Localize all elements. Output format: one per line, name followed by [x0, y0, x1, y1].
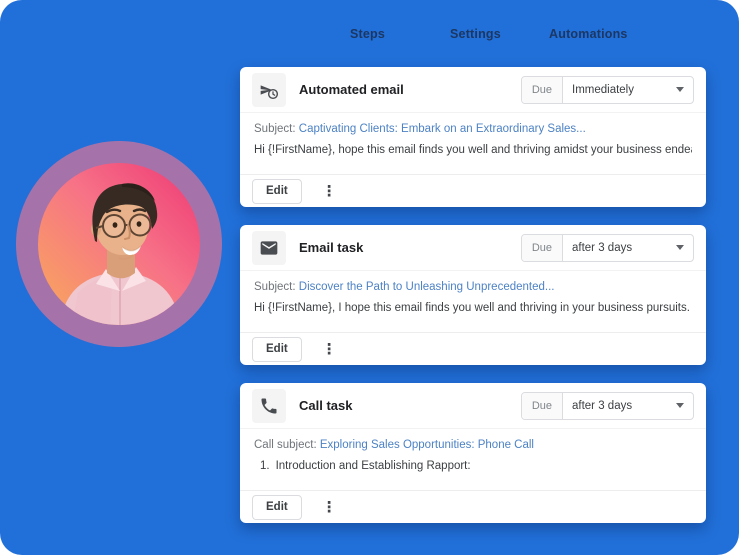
card-header: Email task Due after 3 days: [240, 225, 706, 271]
schedule-send-icon: [259, 80, 279, 100]
sequence-step-card-automated-email: Automated email Due Immediately Subject:…: [240, 67, 706, 207]
due-label: Due: [522, 235, 563, 261]
kebab-menu-icon[interactable]: ⋮: [318, 182, 341, 201]
subject-line: Subject: Captivating Clients: Embark on …: [254, 123, 692, 135]
card-footer: Edit ⋮: [240, 174, 706, 207]
card-header: Call task Due after 3 days: [240, 383, 706, 429]
card-footer: Edit ⋮: [240, 490, 706, 523]
due-value: after 3 days: [572, 242, 632, 254]
nav-tab-automations[interactable]: Automations: [549, 27, 628, 41]
chevron-down-icon: [676, 403, 684, 408]
edit-button[interactable]: Edit: [252, 495, 302, 520]
email-icon: [259, 238, 279, 258]
step-icon-box: [252, 73, 286, 107]
subject-prefix: Subject:: [254, 281, 296, 293]
sequence-step-card-call-task: Call task Due after 3 days Call subject:…: [240, 383, 706, 523]
due-label: Due: [522, 393, 563, 419]
subject-link[interactable]: Exploring Sales Opportunities: Phone Cal…: [320, 439, 534, 451]
subject-prefix: Subject:: [254, 123, 296, 135]
kebab-menu-icon[interactable]: ⋮: [318, 498, 341, 517]
step-title: Call task: [299, 398, 352, 413]
chevron-down-icon: [676, 245, 684, 250]
subject-prefix: Call subject:: [254, 439, 317, 451]
phone-icon: [259, 396, 279, 416]
list-item-number: 1.: [260, 460, 270, 472]
subject-link[interactable]: Discover the Path to Unleashing Unpreced…: [299, 281, 555, 293]
list-item-text: Introduction and Establishing Rapport:: [276, 460, 471, 472]
due-value: Immediately: [572, 84, 634, 96]
step-icon-box: [252, 231, 286, 265]
card-body: Call subject: Exploring Sales Opportunit…: [240, 429, 706, 490]
chevron-down-icon: [676, 87, 684, 92]
due-control: Due after 3 days: [521, 392, 694, 420]
due-label: Due: [522, 77, 563, 103]
due-control: Due after 3 days: [521, 234, 694, 262]
sequence-step-card-email-task: Email task Due after 3 days Subject: Dis…: [240, 225, 706, 365]
edit-button[interactable]: Edit: [252, 337, 302, 362]
due-dropdown[interactable]: after 3 days: [563, 235, 693, 261]
subject-link[interactable]: Captivating Clients: Embark on an Extrao…: [299, 123, 586, 135]
edit-button[interactable]: Edit: [252, 179, 302, 204]
card-header: Automated email Due Immediately: [240, 67, 706, 113]
person-illustration: [38, 163, 200, 325]
profile-photo: [38, 163, 200, 325]
nav-tab-settings[interactable]: Settings: [450, 27, 501, 41]
card-footer: Edit ⋮: [240, 332, 706, 365]
step-title: Automated email: [299, 82, 404, 97]
card-body: Subject: Discover the Path to Unleashing…: [240, 271, 706, 332]
app-canvas: Steps Settings Automations: [0, 0, 739, 555]
email-preview-text: Hi {!FirstName}, I hope this email finds…: [254, 302, 692, 314]
email-preview-text: Hi {!FirstName}, hope this email finds y…: [254, 144, 692, 156]
call-script-list-item: 1. Introduction and Establishing Rapport…: [254, 460, 692, 472]
due-control: Due Immediately: [521, 76, 694, 104]
subject-line: Call subject: Exploring Sales Opportunit…: [254, 439, 692, 451]
card-body: Subject: Captivating Clients: Embark on …: [240, 113, 706, 174]
step-title: Email task: [299, 240, 363, 255]
avatar-ring: [16, 141, 222, 347]
due-dropdown[interactable]: after 3 days: [563, 393, 693, 419]
step-icon-box: [252, 389, 286, 423]
subject-line: Subject: Discover the Path to Unleashing…: [254, 281, 692, 293]
due-dropdown[interactable]: Immediately: [563, 77, 693, 103]
nav-tab-steps[interactable]: Steps: [350, 27, 385, 41]
kebab-menu-icon[interactable]: ⋮: [318, 340, 341, 359]
due-value: after 3 days: [572, 400, 632, 412]
